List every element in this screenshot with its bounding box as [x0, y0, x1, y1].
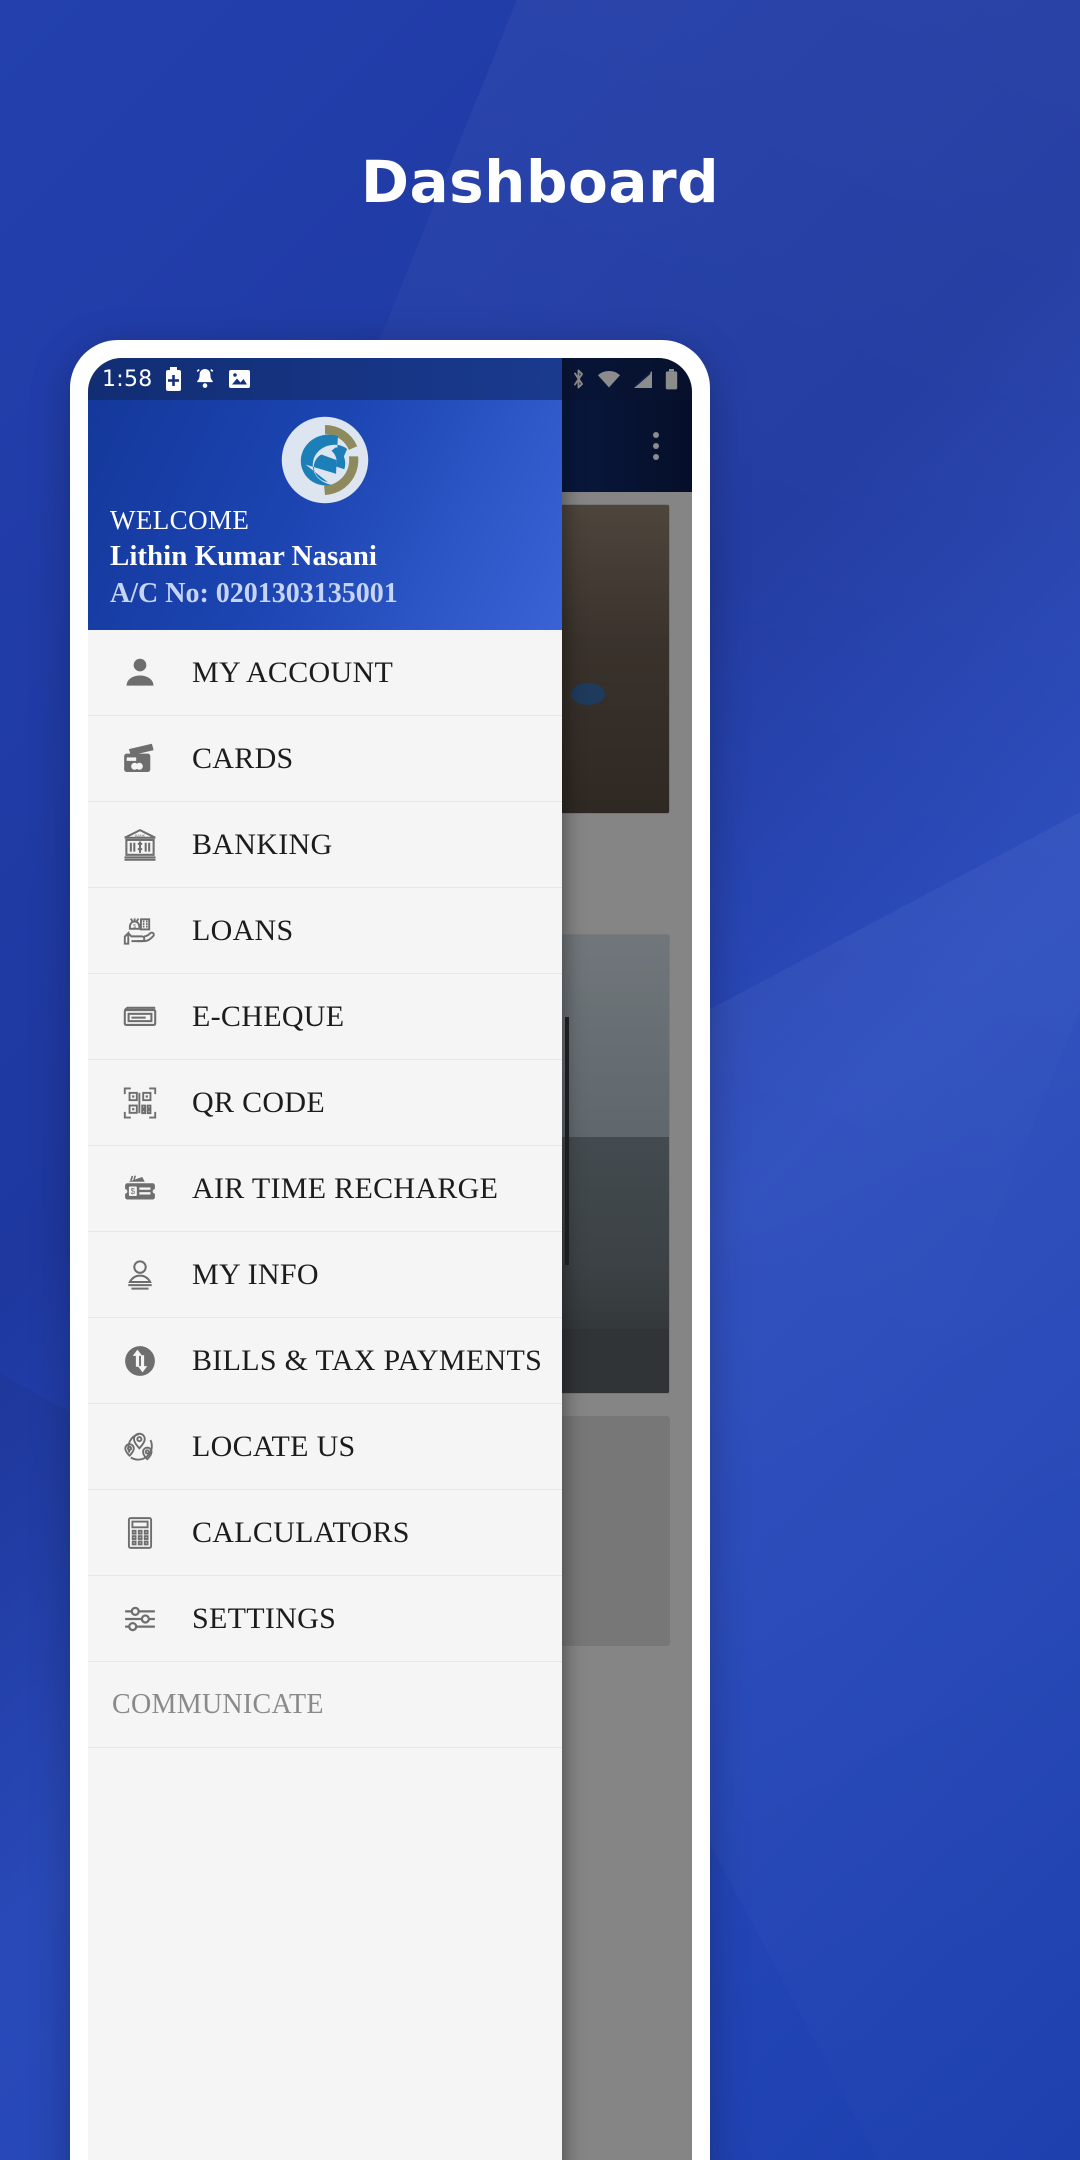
welcome-label: WELCOME	[110, 505, 250, 536]
credit-card-icon	[112, 740, 168, 778]
image-icon	[228, 368, 251, 390]
map-pins-icon	[112, 1428, 168, 1466]
drawer-status-bar: 1:58	[88, 358, 562, 400]
menu-section-communicate: COMMUNICATE	[88, 1662, 562, 1748]
hand-money-icon: $	[112, 912, 168, 950]
menu-item-banking[interactable]: BANK BANKING	[88, 802, 562, 888]
menu-label: BILLS & TAX PAYMENTS	[192, 1343, 543, 1377]
menu-label: E-CHEQUE	[192, 999, 345, 1033]
profile-info-icon	[112, 1256, 168, 1294]
menu-item-air-time-recharge[interactable]: $ AIR TIME RECHARGE	[88, 1146, 562, 1232]
sliders-icon	[112, 1600, 168, 1638]
menu-item-loans[interactable]: $ LOANS	[88, 888, 562, 974]
person-icon	[112, 654, 168, 692]
svg-text:BANK: BANK	[135, 834, 146, 838]
menu-label: CALCULATORS	[192, 1515, 410, 1549]
menu-label: SETTINGS	[192, 1601, 337, 1635]
navigation-drawer: 1:58 WELCOME Lithin Kumar Nasani A/C No:…	[88, 358, 562, 2160]
drawer-status-clock: 1:58	[102, 366, 153, 392]
phone-frame: 1:58 WELCOME Lithin Kumar Nasani A/C No:…	[70, 340, 710, 2160]
menu-label: MY INFO	[192, 1257, 319, 1291]
menu-item-locate-us[interactable]: LOCATE US	[88, 1404, 562, 1490]
menu-label: AIR TIME RECHARGE	[192, 1171, 499, 1205]
menu-item-bills-tax-payments[interactable]: BILLS & TAX PAYMENTS	[88, 1318, 562, 1404]
menu-label: QR CODE	[192, 1085, 325, 1119]
account-number: A/C No: 0201303135001	[110, 577, 398, 609]
calculator-icon	[112, 1514, 168, 1552]
menu-label: BANKING	[192, 827, 333, 861]
menu-item-settings[interactable]: SETTINGS	[88, 1576, 562, 1662]
menu-item-my-info[interactable]: MY INFO	[88, 1232, 562, 1318]
svg-text:$: $	[131, 1187, 136, 1196]
menu-label: LOANS	[192, 913, 294, 947]
transfer-arrows-icon	[112, 1342, 168, 1380]
menu-section-label: COMMUNICATE	[112, 1688, 324, 1720]
menu-item-calculators[interactable]: CALCULATORS	[88, 1490, 562, 1576]
bank-logo	[281, 416, 369, 504]
menu-label: MY ACCOUNT	[192, 655, 394, 689]
menu-item-e-cheque[interactable]: E-CHEQUE	[88, 974, 562, 1060]
qr-code-icon	[112, 1084, 168, 1122]
page-title: Dashboard	[360, 148, 720, 216]
drawer-header: WELCOME Lithin Kumar Nasani A/C No: 0201…	[88, 400, 562, 630]
poster-background: Dashboard 1:58 WELCOME Lithin Kumar Nasa…	[0, 0, 1080, 2160]
menu-item-qr-code[interactable]: QR CODE	[88, 1060, 562, 1146]
menu-item-cards[interactable]: CARDS	[88, 716, 562, 802]
battery-icon	[165, 367, 182, 391]
phone-screen: 1:58 WELCOME Lithin Kumar Nasani A/C No:…	[88, 358, 692, 2160]
svg-text:$: $	[133, 923, 136, 929]
menu-label: LOCATE US	[192, 1429, 356, 1463]
alarm-bell-icon	[194, 367, 216, 391]
airtime-voucher-icon: $	[112, 1170, 168, 1208]
bank-building-icon: BANK	[112, 826, 168, 864]
menu-label: CARDS	[192, 741, 294, 775]
user-name: Lithin Kumar Nasani	[110, 539, 377, 572]
drawer-menu-list: MY ACCOUNT CARDS BANK BANKING $ LOANS E-…	[88, 630, 562, 2160]
menu-item-my-account[interactable]: MY ACCOUNT	[88, 630, 562, 716]
cheque-icon	[112, 998, 168, 1036]
